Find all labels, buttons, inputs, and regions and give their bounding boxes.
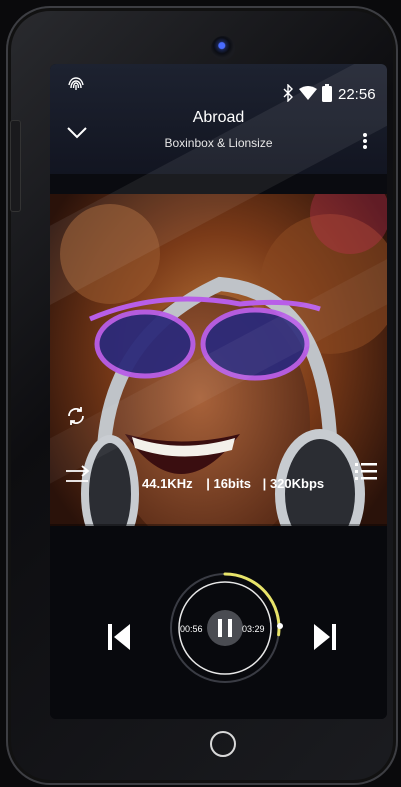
track-title: Abroad (192, 109, 245, 126)
playback-controls: 00:56 03:29 (50, 526, 387, 719)
front-camera (211, 36, 235, 60)
pause-icon[interactable] (218, 619, 222, 637)
bitrate: 320Kbps (269, 476, 325, 491)
more-vertical-icon[interactable] (362, 132, 368, 150)
quality-separator: | (262, 476, 267, 491)
track-artist: Boxinbox & Lionsize (164, 136, 273, 150)
playlist-icon[interactable] (355, 462, 377, 482)
sample-rate: 44.1KHz (142, 476, 193, 491)
skip-previous-icon[interactable] (108, 624, 130, 650)
audio-quality: 44.1KHz | 16bits | 320Kbps (142, 476, 324, 491)
battery-icon (322, 84, 332, 102)
bit-depth: 16bits (213, 476, 252, 491)
fingerprint-icon[interactable] (68, 76, 84, 94)
status-time: 22:56 (338, 86, 376, 103)
player-screen: 22:56 Abroad Boxinbox & Lionsize 44.1KHz… (50, 64, 387, 719)
repeat-icon[interactable] (64, 404, 88, 428)
wifi-icon (299, 86, 317, 100)
skip-next-icon[interactable] (314, 624, 336, 650)
total-time: 03:29 (242, 624, 265, 634)
home-button[interactable] (210, 731, 236, 757)
shuffle-icon[interactable] (64, 464, 92, 488)
bluetooth-icon (283, 84, 293, 102)
side-button[interactable] (10, 120, 21, 212)
progress-knob[interactable] (277, 623, 283, 629)
elapsed-time: 00:56 (180, 624, 203, 634)
quality-separator: | (206, 476, 210, 491)
